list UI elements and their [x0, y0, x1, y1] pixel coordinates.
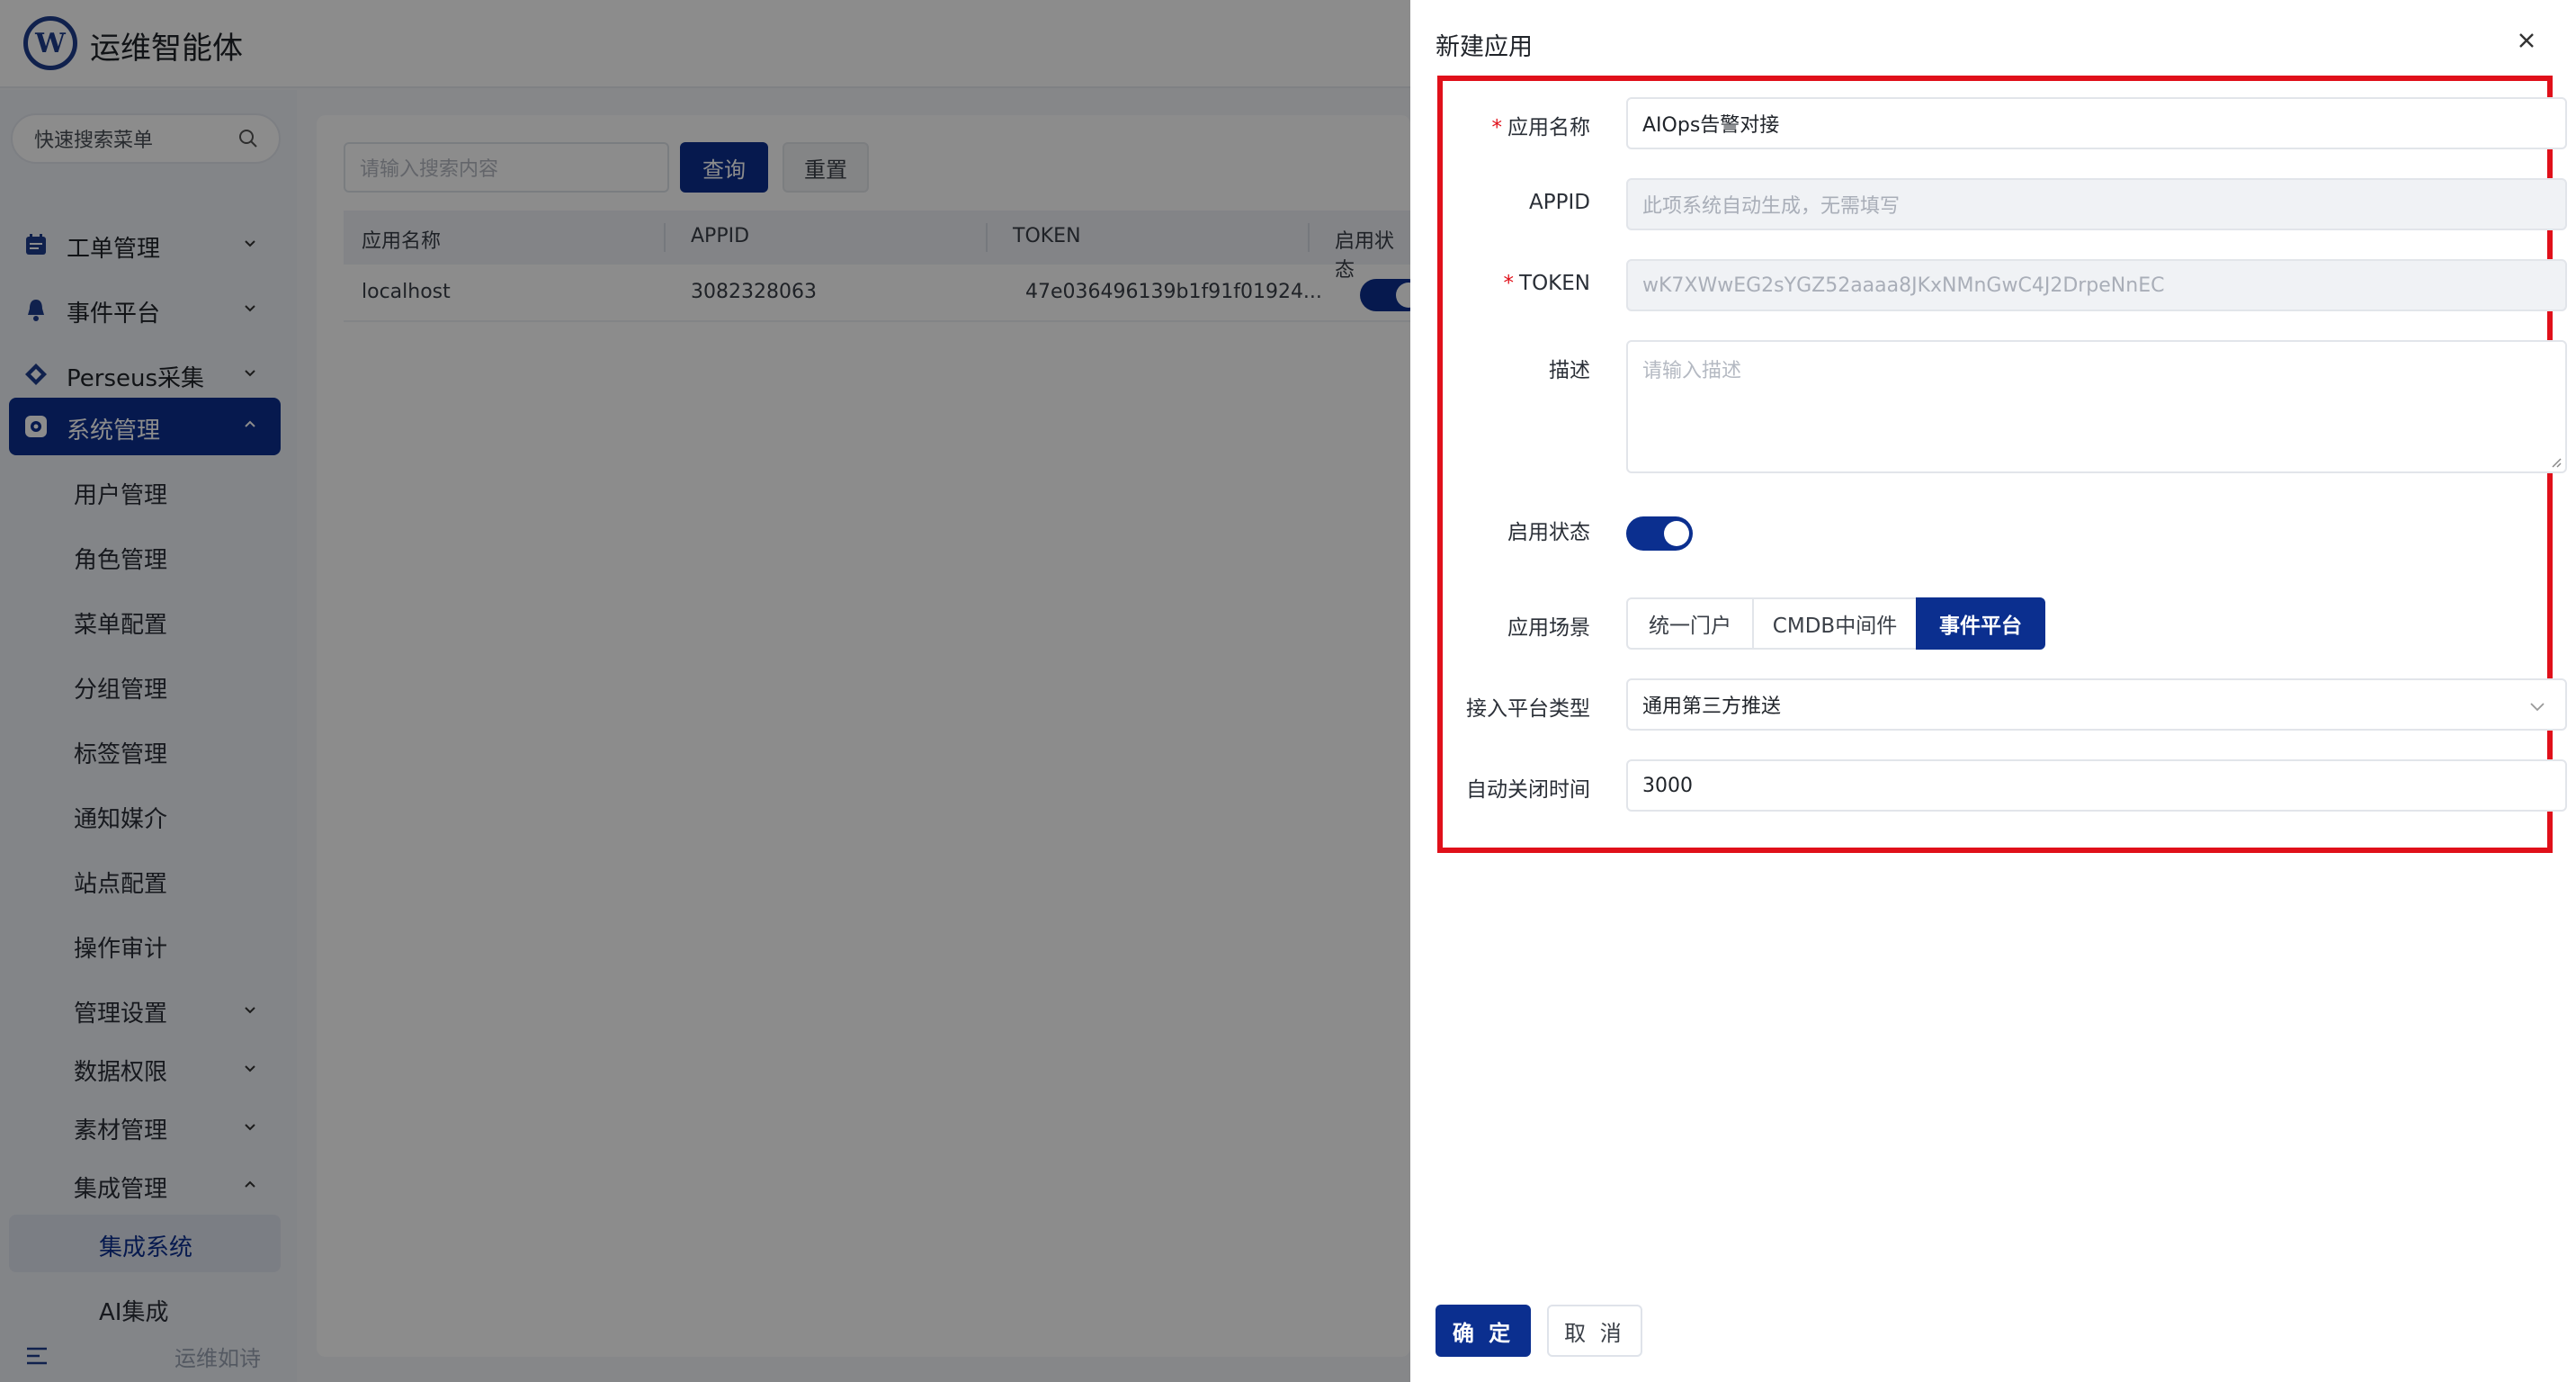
field-label-platform: 接入平台类型	[1466, 697, 1590, 721]
field-label-scene: 应用场景	[1507, 616, 1590, 640]
close-icon[interactable]	[2515, 29, 2538, 52]
platform-type-value: 通用第三方推送	[1642, 695, 1782, 718]
field-label-close-time: 自动关闭时间	[1466, 778, 1590, 802]
field-label-status: 启用状态	[1507, 521, 1590, 544]
field-label-appid: APPID	[1529, 191, 1590, 214]
drawer-title: 新建应用	[1436, 33, 1533, 61]
resize-grip-icon[interactable]	[2549, 455, 2562, 468]
description-placeholder: 请输入描述	[1642, 360, 1742, 382]
scene-option-portal[interactable]: 统一门户	[1626, 597, 1754, 650]
confirm-button[interactable]: 确 定	[1436, 1305, 1531, 1357]
platform-type-select[interactable]: 通用第三方推送	[1626, 678, 2567, 731]
auto-close-time-input[interactable]: 3000	[1626, 759, 2567, 812]
new-app-drawer: 新建应用 * 应用名称 AIOps告警对接 APPID 此项系统自动生成，无需填写…	[1410, 0, 2576, 1382]
modal-mask[interactable]	[0, 0, 1410, 1382]
appid-input: 此项系统自动生成，无需填写	[1626, 178, 2567, 230]
field-label-token: * TOKEN	[1503, 272, 1590, 295]
toggle-knob	[1664, 521, 1689, 546]
token-input: wK7XWwEG2sYGZ52aaaa8JKxNMnGwC4J2DrpeNnEC	[1626, 259, 2567, 311]
chevron-down-icon	[2530, 703, 2545, 712]
scene-option-cmdb[interactable]: CMDB中间件	[1752, 597, 1918, 650]
scene-segmented-control: 统一门户 CMDB中间件 事件平台	[1626, 597, 2045, 650]
app-name-input[interactable]: AIOps告警对接	[1626, 97, 2567, 149]
field-label-description: 描述	[1549, 359, 1590, 382]
field-label-name: * 应用名称	[1491, 116, 1591, 139]
description-textarea[interactable]: 请输入描述	[1626, 340, 2567, 473]
enable-status-toggle[interactable]	[1626, 516, 1693, 551]
cancel-button[interactable]: 取 消	[1547, 1305, 1642, 1357]
scene-option-event-platform[interactable]: 事件平台	[1916, 597, 2045, 650]
